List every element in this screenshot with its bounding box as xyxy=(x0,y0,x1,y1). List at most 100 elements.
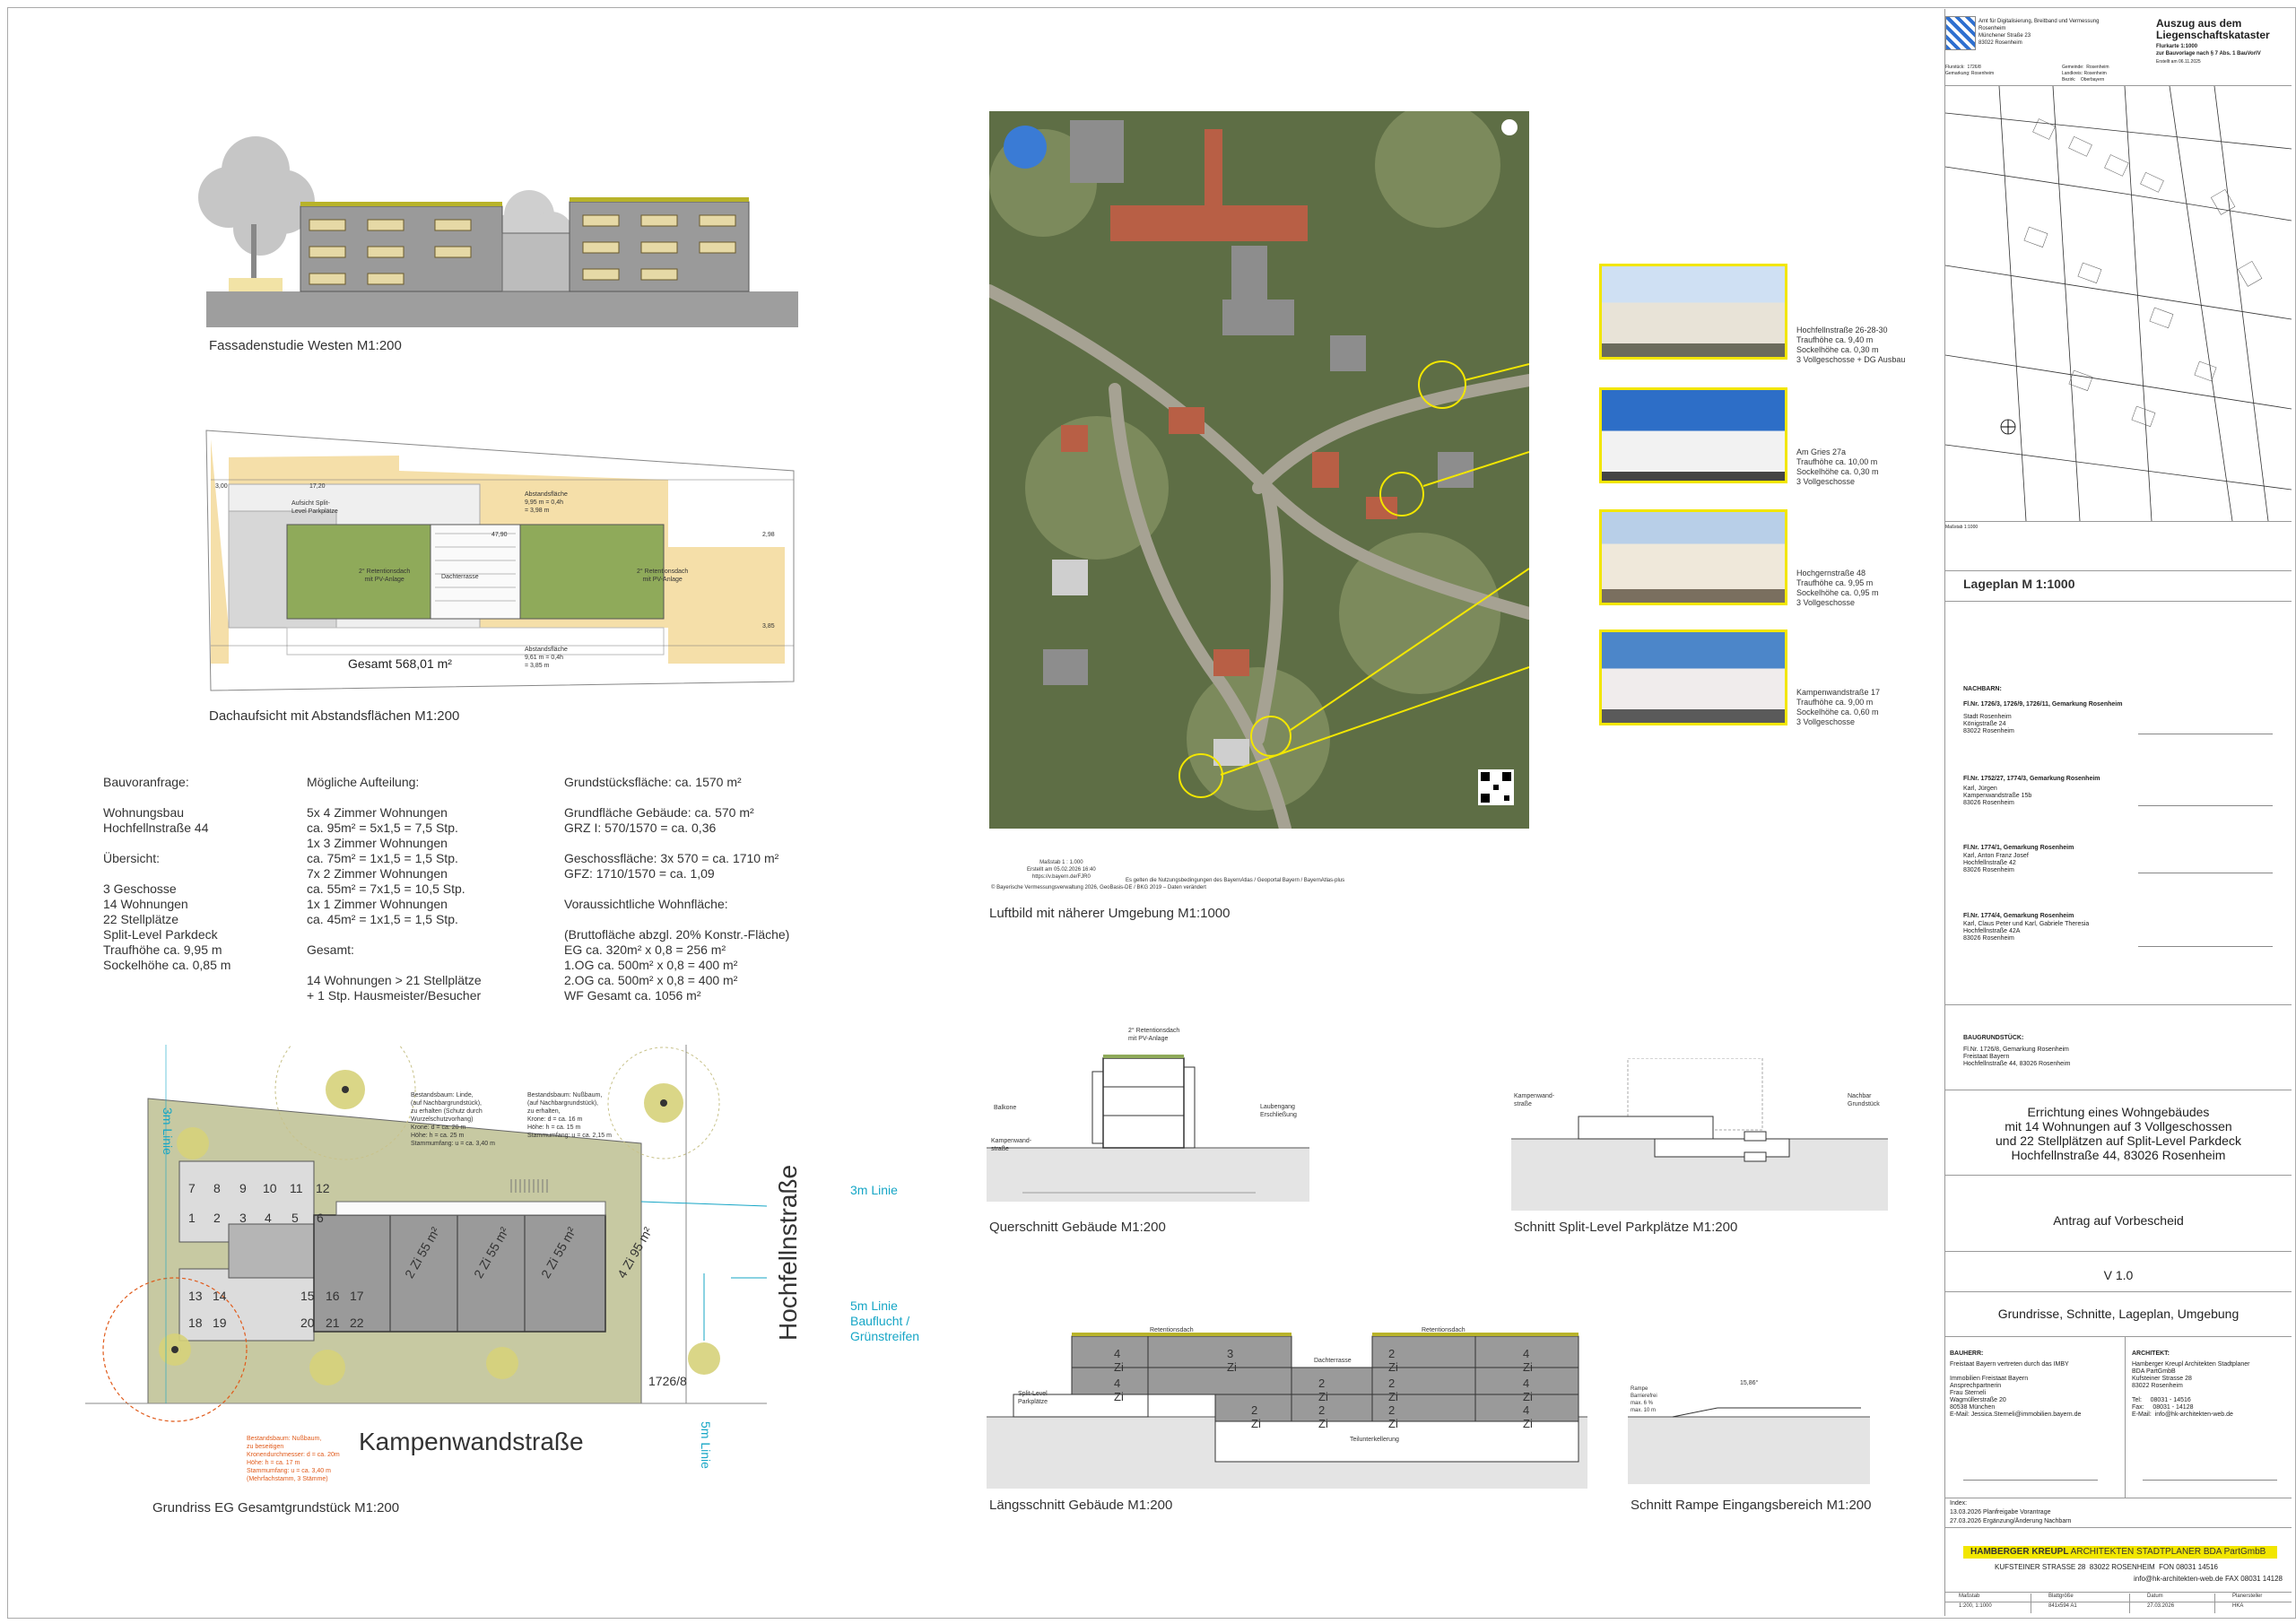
laengs-label-1: Split-Level Parkplätze xyxy=(1018,1391,1048,1405)
divider-vertical xyxy=(2125,1336,2126,1498)
pp-5: 5 xyxy=(291,1211,299,1225)
split-label-1: Kampenwand- straße xyxy=(1514,1093,1555,1107)
index-2: 27.03.2026 Ergänzung/Änderung Nachbarn xyxy=(1950,1518,2072,1524)
photo-hochfellnstrasse xyxy=(1599,264,1787,360)
tree-note-1: Bestandsbaum: Linde, (auf Nachbargrundst… xyxy=(411,1092,495,1147)
kataster-date: Erstellt am 06.11.2025 xyxy=(2156,59,2201,65)
aerial-photo xyxy=(989,111,1529,829)
agency: Amt für Digitalisierung, Breitband und V… xyxy=(1979,19,2100,46)
linie-3m-right: 3m Linie xyxy=(850,1183,898,1197)
laengs-top-3: Dachterrasse xyxy=(1314,1358,1352,1364)
foot-v-4: HKA xyxy=(2232,1603,2244,1609)
street-hochfelln: Hochfellnstraße xyxy=(774,1164,802,1341)
facade-drawing xyxy=(175,117,821,332)
split-level-section xyxy=(1511,1057,1888,1211)
foot-v-1: 1:200, 1:1000 xyxy=(1959,1603,1992,1609)
roof-total: Gesamt 568,01 m² xyxy=(348,656,452,671)
footer-table: Maßstab Blattgröße Datum Planersteller 1… xyxy=(1945,1594,2292,1615)
foot-h-2: Blattgröße xyxy=(2048,1594,2074,1599)
roof-abstand-top: Abstandsfläche 9,95 m = 0,4h = 3,98 m xyxy=(525,491,568,514)
pp-7: 7 xyxy=(188,1181,196,1195)
plot-number: 1726/8 xyxy=(648,1374,687,1388)
info-col1: Bauvoranfrage: Wohnungsbau Hochfellnstra… xyxy=(103,775,231,972)
photo-label-2: Am Gries 27a Traufhöhe ca. 10,00 m Socke… xyxy=(1796,447,1879,486)
ramp-section xyxy=(1628,1376,1870,1484)
nachbar-1-fl: Fl.Nr. 1726/3, 1726/9, 1726/11, Gemarkun… xyxy=(1963,701,2123,708)
index-1: 13.03.2026 Planfreigabe Vorantrage xyxy=(1950,1509,2051,1515)
nachbar-2: Karl, Jürgen Kampenwandstraße 15b 83026 … xyxy=(1963,786,2032,806)
l-r1-c5: 4 Zi xyxy=(1523,1347,1533,1374)
pp-1: 1 xyxy=(188,1211,196,1225)
caption-laengsschnitt: Längsschnitt Gebäude M1:200 xyxy=(989,1498,1173,1513)
signature-bauherr xyxy=(1963,1480,2098,1481)
caption-grundriss: Grundriss EG Gesamtgrundstück M1:200 xyxy=(152,1500,400,1515)
office-mail: info@hk-architekten-web.de FAX 08031 141… xyxy=(2134,1575,2283,1583)
l-r2-c3: 2 Zi xyxy=(1318,1376,1328,1403)
baugrund-title: BAUGRUNDSTÜCK: xyxy=(1963,1035,2024,1041)
pp-15: 15 xyxy=(300,1289,315,1303)
pp-4: 4 xyxy=(265,1211,272,1225)
office-address: KUFSTEINER STRASSE 28 83022 ROSENHEIM FO… xyxy=(1995,1563,2218,1571)
antrag: Antrag auf Vorbescheid xyxy=(2053,1213,2184,1228)
pp-9: 9 xyxy=(239,1181,247,1195)
pp-17: 17 xyxy=(350,1289,364,1303)
signature-line-2 xyxy=(2138,805,2273,806)
caption-fassade: Fassadenstudie Westen M1:200 xyxy=(209,338,402,353)
roof-dim-4: 2,98 xyxy=(762,532,775,538)
laengs-top-1: Retentionsdach xyxy=(1150,1327,1194,1333)
linie-5m-bottom: 5m Linie xyxy=(699,1421,713,1469)
subject: Grundrisse, Schnitte, Lageplan, Umgebung xyxy=(1997,1307,2239,1321)
signature-line-4 xyxy=(2138,946,2273,947)
baugrund: Fl.Nr. 1726/8, Gemarkung Rosenheim Freis… xyxy=(1963,1046,2071,1067)
l-r3-c3: 2 Zi xyxy=(1251,1403,1261,1430)
pp-19: 19 xyxy=(213,1316,227,1330)
photo-kampenwandstrasse xyxy=(1599,630,1787,725)
caption-schnitt-split: Schnitt Split-Level Parkplätze M1:200 xyxy=(1514,1220,1738,1235)
office-name-bold: HAMBERGER KREUPL xyxy=(1970,1547,2069,1557)
kataster-sub: Flurkarte 1:1000 zur Bauvorlage nach § 7… xyxy=(2156,44,2261,56)
cadastral-map xyxy=(1945,86,2292,521)
pp-18: 18 xyxy=(188,1316,203,1330)
photo-label-4: Kampenwandstraße 17 Traufhöhe ca. 9,00 m… xyxy=(1796,688,1881,726)
project-title: Errichtung eines Wohngebäudes mit 14 Woh… xyxy=(1996,1105,2241,1162)
index-title: Index: xyxy=(1950,1500,1968,1507)
l-r3-c5: 2 Zi xyxy=(1388,1403,1398,1430)
caption-schnitt-rampe: Schnitt Rampe Eingangsbereich M1:200 xyxy=(1631,1498,1872,1513)
photo-am-gries xyxy=(1599,387,1787,483)
street-kampenwand: Kampenwandstraße xyxy=(359,1428,584,1455)
bauherr-title: BAUHERR: xyxy=(1950,1350,1984,1357)
lageplan-title: Lageplan M 1:1000 xyxy=(1963,577,2075,591)
bavarian-crest-icon xyxy=(1945,16,1976,50)
l-r2-c4: 2 Zi xyxy=(1388,1376,1398,1403)
nachbar-3: Karl, Anton Franz Josef Hochfellnstraße … xyxy=(1963,853,2029,873)
aerial-credits: © Bayerische Vermessungsverwaltung 2026,… xyxy=(991,885,1206,890)
gemeinde: Gemeinde: Rosenheim Landkreis: Rosenheim… xyxy=(2062,65,2109,83)
pp-12: 12 xyxy=(316,1181,330,1195)
roof-plan xyxy=(202,421,812,708)
caption-dachaufsicht: Dachaufsicht mit Abstandsflächen M1:200 xyxy=(209,708,460,724)
pp-10: 10 xyxy=(263,1181,277,1195)
architekt-title: ARCHITEKT: xyxy=(2132,1350,2170,1357)
photo-hochgernstrasse xyxy=(1599,509,1787,605)
nachbar-1: Stadt Rosenheim Königstraße 24 83022 Ros… xyxy=(1963,714,2014,734)
nachbar-2-fl: Fl.Nr. 1752/27, 1774/3, Gemarkung Rosenh… xyxy=(1963,776,2100,782)
l-r2-c1: 4 Zi xyxy=(1114,1376,1124,1403)
laengs-top-2: Retentionsdach xyxy=(1422,1327,1465,1333)
tree-note-3: Bestandsbaum: Nußbaum, zu beseitigen Kro… xyxy=(247,1436,340,1482)
aerial-note: Es gelten die Nutzungsbedingungen des Ba… xyxy=(1126,878,1345,883)
office-name-title: ARCHITEKTEN STADTPLANER BDA PartGmbB xyxy=(2068,1547,2266,1557)
nachbar-3-fl: Fl.Nr. 1774/1, Gemarkung Rosenheim xyxy=(1963,845,2074,851)
roof-green-left: 2° Retentionsdach mit PV-Anlage xyxy=(359,569,411,583)
l-r3-c6: 4 Zi xyxy=(1523,1403,1533,1430)
pp-22: 22 xyxy=(350,1316,364,1330)
longitudinal-section xyxy=(987,1318,1587,1489)
l-r2-c5: 4 Zi xyxy=(1523,1376,1533,1403)
l-r1-c4: 2 Zi xyxy=(1388,1347,1398,1374)
pp-20: 20 xyxy=(300,1316,315,1330)
rampe-label: Rampe Barrierefrei max. 6 % max. 10 m xyxy=(1631,1386,1657,1413)
nachbar-4-fl: Fl.Nr. 1774/4, Gemarkung Rosenheim xyxy=(1963,913,2074,919)
photo-label-1: Hochfellnstraße 26-28-30 Traufhöhe ca. 9… xyxy=(1796,326,1906,364)
roof-terrace: Dachterrasse xyxy=(441,574,479,580)
caption-luftbild: Luftbild mit näherer Umgebung M1:1000 xyxy=(989,906,1231,921)
foot-v-2: 841x594 A1 xyxy=(2048,1603,2077,1609)
